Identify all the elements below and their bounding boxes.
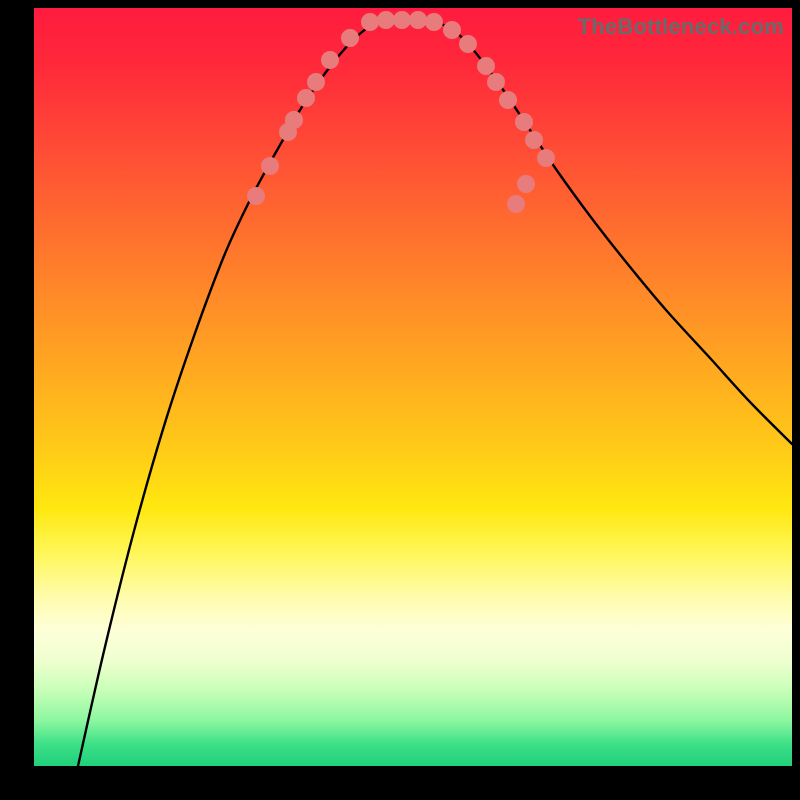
data-point	[499, 91, 517, 109]
data-point	[247, 187, 265, 205]
data-point	[285, 111, 303, 129]
data-point	[459, 35, 477, 53]
data-point	[507, 195, 525, 213]
data-point	[361, 13, 379, 31]
data-point	[477, 57, 495, 75]
data-point	[307, 73, 325, 91]
data-point	[443, 21, 461, 39]
data-point	[341, 29, 359, 47]
bottleneck-curve	[78, 20, 792, 766]
chart-frame: TheBottleneck.com	[0, 0, 800, 800]
data-point	[297, 89, 315, 107]
data-point	[525, 131, 543, 149]
data-point	[517, 175, 535, 193]
data-point	[377, 11, 395, 29]
data-point	[425, 13, 443, 31]
data-point	[321, 51, 339, 69]
data-point	[393, 11, 411, 29]
data-point	[537, 149, 555, 167]
watermark-text: TheBottleneck.com	[578, 14, 784, 40]
data-point	[409, 11, 427, 29]
chart-svg	[34, 8, 792, 766]
data-point	[261, 157, 279, 175]
data-point	[515, 113, 533, 131]
data-point	[487, 73, 505, 91]
plot-area: TheBottleneck.com	[34, 8, 792, 766]
